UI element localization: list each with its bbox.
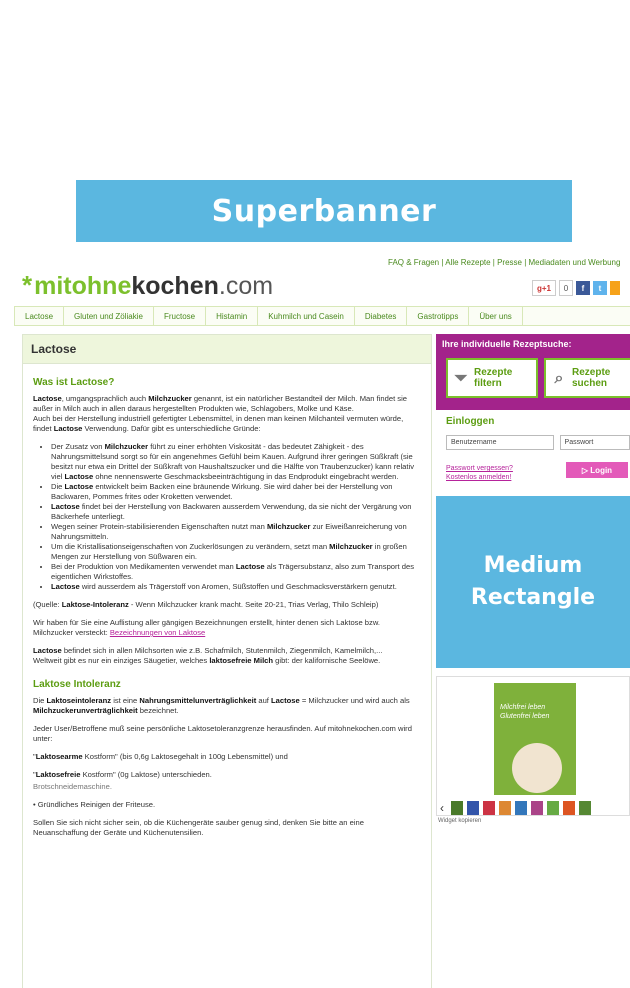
- list-item: Um die Kristallisationseigenschaften von…: [51, 542, 421, 562]
- bezeichnungen-link[interactable]: Bezeichnungen von Laktose: [110, 628, 205, 637]
- logo-mit: mit: [34, 272, 72, 300]
- register-link[interactable]: Kostenlos anmelden!: [446, 473, 513, 482]
- password-field[interactable]: Passwort: [559, 435, 630, 450]
- thumbnail[interactable]: [515, 801, 527, 815]
- main-content: Lactose Was ist Lactose? Lactose, umgang…: [22, 334, 432, 988]
- filter-recipes-button[interactable]: ⏷ Rezepte filtern: [446, 358, 538, 398]
- search-icon: ⌕: [554, 369, 564, 387]
- top-links[interactable]: FAQ & Fragen | Alle Rezepte | Presse | M…: [388, 258, 620, 267]
- nav-item-gluten[interactable]: Gluten und Zöliakie: [64, 307, 154, 325]
- google-plus-button[interactable]: g+1: [532, 280, 556, 296]
- logo-com: .com: [218, 272, 274, 300]
- recipe-search-box: Ihre individuelle Rezeptsuche: ⏷ Rezepte…: [436, 334, 630, 410]
- final-paragraph: Sollen Sie sich nicht sicher sein, ob di…: [33, 818, 364, 837]
- list-item: Die Lactose entwickelt beim Backen eine …: [51, 482, 421, 502]
- section-heading-was-ist-lactose: Was ist Lactose?: [33, 377, 115, 388]
- login-title: Einloggen: [446, 416, 495, 427]
- thumbnail[interactable]: [451, 801, 463, 815]
- reasons-list: Der Zusatz von Milchzucker führt zu eine…: [33, 442, 421, 592]
- thumbnail[interactable]: [531, 801, 543, 815]
- widget-copy-link[interactable]: Widget kopieren: [438, 818, 481, 824]
- nav-item-histamin[interactable]: Histamin: [206, 307, 259, 325]
- logo-kochen: kochen: [131, 272, 219, 300]
- thumbnail[interactable]: [547, 801, 559, 815]
- logo-star-icon: *: [22, 270, 33, 300]
- book-cover-photo: [512, 743, 562, 793]
- recipe-search-title: Ihre individuelle Rezeptsuche:: [442, 339, 572, 349]
- list-item: Lactose wird ausserdem als Trägerstoff v…: [51, 582, 421, 592]
- login-box: Einloggen Benutzername Passwort Passwort…: [446, 416, 630, 488]
- nav-item-ueber-uns[interactable]: Über uns: [469, 307, 523, 325]
- limit-paragraph: Jeder User/Betroffene muß seine persönli…: [33, 724, 412, 743]
- list-paragraph: Wir haben für Sie eine Auflistung aller …: [33, 618, 380, 637]
- twitter-icon[interactable]: t: [593, 281, 607, 295]
- rss-icon[interactable]: [610, 281, 620, 295]
- book-title: Milchfrei leben Glutenfrei leben: [500, 704, 550, 720]
- cut-text: Brotschneidemaschine.: [33, 782, 112, 791]
- nav-item-kuhmilch[interactable]: Kuhmilch und Casein: [258, 307, 355, 325]
- laktosearm-paragraph: "Laktosearme Kostform" (bis 0,6g Laktose…: [33, 752, 288, 761]
- milk-paragraph: Lactose befindet sich in allen Milchsort…: [33, 646, 383, 665]
- intoleranz-paragraph: Die Laktoseintoleranz ist eine Nahrungsm…: [33, 696, 410, 715]
- forgot-password-link[interactable]: Passwort vergessen?: [446, 464, 513, 473]
- username-field[interactable]: Benutzername: [446, 435, 554, 450]
- superbanner-ad[interactable]: Superbanner: [76, 180, 572, 242]
- section-heading-intoleranz: Laktose Intoleranz: [33, 679, 121, 690]
- thumbnail[interactable]: [499, 801, 511, 815]
- nav-item-gastrotipps[interactable]: Gastrotipps: [407, 307, 470, 325]
- list-item: Wegen seiner Protein-stabilisierenden Ei…: [51, 522, 421, 542]
- list-item: Der Zusatz von Milchzucker führt zu eine…: [51, 442, 421, 482]
- facebook-icon[interactable]: f: [576, 281, 590, 295]
- site-logo[interactable]: *mitohnekochen.com: [22, 270, 273, 301]
- book-thumbnails: ‹: [437, 801, 591, 815]
- article-body: Was ist Lactose? Lactose, umgangsprachli…: [23, 364, 431, 838]
- login-button[interactable]: ▷ Login: [566, 462, 628, 478]
- book-widget: Milchfrei leben Glutenfrei leben ‹: [436, 676, 630, 816]
- book-cover[interactable]: Milchfrei leben Glutenfrei leben: [494, 683, 576, 795]
- thumbnail[interactable]: [467, 801, 479, 815]
- page-title: Lactose: [23, 335, 431, 364]
- fritteuse-item: • Gründliches Reinigen der Friteuse.: [33, 800, 156, 809]
- list-item: Bei der Produktion von Medikamenten verw…: [51, 562, 421, 582]
- thumbnail[interactable]: [483, 801, 495, 815]
- nav-item-diabetes[interactable]: Diabetes: [355, 307, 408, 325]
- nav-item-fructose[interactable]: Fructose: [154, 307, 207, 325]
- medium-rectangle-ad[interactable]: Medium Rectangle: [436, 496, 630, 668]
- nav-item-lactose[interactable]: Lactose: [15, 307, 65, 325]
- social-buttons: g+1 0 f t: [532, 280, 620, 296]
- superbanner-label: Superbanner: [211, 193, 437, 229]
- thumbnail[interactable]: [579, 801, 591, 815]
- laktosefrei-paragraph: "Laktosefreie Kostform" (0g Laktose) unt…: [33, 770, 212, 779]
- funnel-icon: ⏷: [454, 369, 468, 387]
- main-nav: Lactose Gluten und Zöliakie Fructose His…: [14, 306, 630, 326]
- search-recipes-button[interactable]: ⌕ Rezepte suchen: [544, 358, 630, 398]
- source-paragraph: (Quelle: Laktose-Intoleranz - Wenn Milch…: [33, 600, 379, 609]
- logo-ohne: ohne: [71, 272, 132, 300]
- thumbnail[interactable]: [563, 801, 575, 815]
- list-item: Lactose findet bei der Herstellung von B…: [51, 502, 421, 522]
- intro-paragraph: Lactose, umgangsprachlich auch Milchzuck…: [33, 394, 407, 433]
- google-plus-count: 0: [559, 280, 573, 296]
- chevron-left-icon[interactable]: ‹: [437, 801, 447, 815]
